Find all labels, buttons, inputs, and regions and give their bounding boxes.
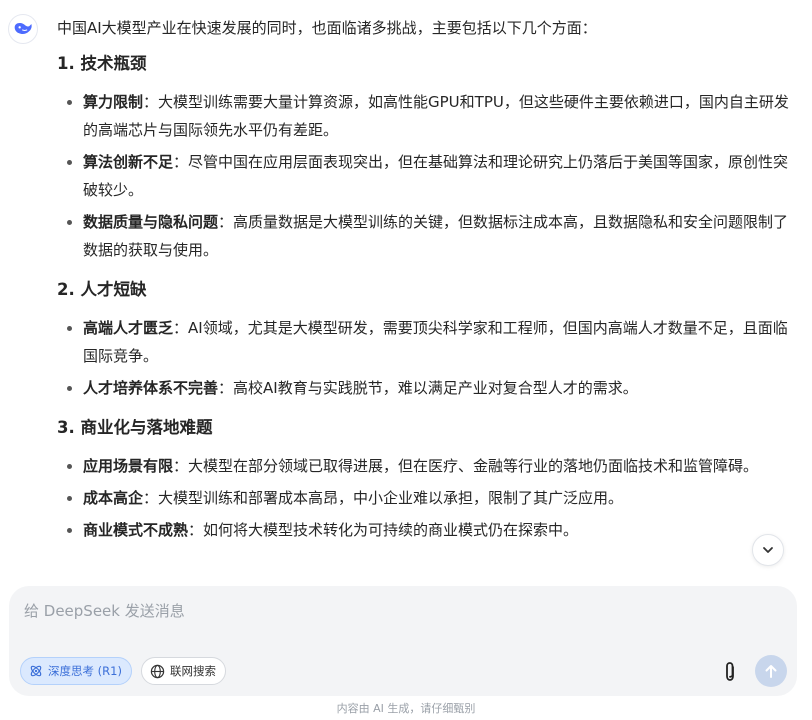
list-item: 应用场景有限：大模型在部分领域已取得进展，但在医疗、金融等行业的落地仍面临技术和…: [83, 452, 797, 480]
assistant-message: 中国AI大模型产业在快速发展的同时，也面临诸多挑战，主要包括以下几个方面： 1.…: [57, 14, 797, 554]
item-text: ：如何将大模型技术转化为可持续的商业模式仍在探索中。: [188, 521, 579, 539]
atom-icon: [30, 665, 42, 677]
arrow-up-icon: [765, 665, 777, 678]
chat-area: 中国AI大模型产业在快速发展的同时，也面临诸多挑战，主要包括以下几个方面： 1.…: [0, 0, 812, 580]
deepseek-avatar: [8, 14, 38, 44]
message-composer: 深度思考 (R1) 联网搜索: [9, 586, 797, 696]
item-text: ：大模型在部分领域已取得进展，但在医疗、金融等行业的落地仍面临技术和监管障碍。: [173, 457, 759, 475]
item-text: ：大模型训练需要大量计算资源，如高性能GPU和TPU，但这些硬件主要依赖进口，国…: [83, 93, 789, 139]
section-title: 2. 人才短缺: [57, 280, 147, 299]
ai-disclaimer: 内容由 AI 生成，请仔细甄别: [336, 702, 476, 715]
item-label: 成本高企: [83, 489, 144, 507]
scroll-to-bottom-button[interactable]: [752, 534, 784, 566]
item-text: ：AI领域，尤其是大模型研发，需要顶尖科学家和工程师，但国内高端人才数量不足，且…: [83, 319, 788, 365]
list-item: 人才培养体系不完善：高校AI教育与实践脱节，难以满足产业对复合型人才的需求。: [83, 374, 797, 402]
item-label: 应用场景有限: [83, 457, 174, 475]
item-label: 人才培养体系不完善: [83, 379, 219, 397]
item-text: ：大模型训练和部署成本高昂，中小企业难以承担，限制了其广泛应用。: [143, 489, 624, 507]
item-label: 算法创新不足: [83, 153, 174, 171]
list-item: 算法创新不足：尽管中国在应用层面表现突出，但在基础算法和理论研究上仍落后于美国等…: [83, 148, 797, 204]
section-title: 3. 商业化与落地难题: [57, 418, 213, 437]
item-text: ：尽管中国在应用层面表现突出，但在基础算法和理论研究上仍落后于美国等国家，原创性…: [83, 153, 789, 199]
chevron-down-icon: [763, 547, 773, 553]
list-item: 成本高企：大模型训练和部署成本高昂，中小企业难以承担，限制了其广泛应用。: [83, 484, 797, 512]
attach-file-button[interactable]: [718, 659, 742, 685]
web-search-label: 联网搜索: [170, 664, 216, 678]
deepseek-whale-icon: [14, 22, 32, 35]
section-list: 算力限制：大模型训练需要大量计算资源，如高性能GPU和TPU，但这些硬件主要依赖…: [57, 88, 797, 264]
item-label: 数据质量与隐私问题: [83, 213, 219, 231]
section-title: 1. 技术瓶颈: [57, 54, 147, 73]
web-search-toggle[interactable]: 联网搜索: [141, 657, 226, 685]
item-label: 商业模式不成熟: [83, 521, 189, 539]
list-item: 商业模式不成熟：如何将大模型技术转化为可持续的商业模式仍在探索中。: [83, 516, 797, 544]
deep-think-toggle[interactable]: 深度思考 (R1): [20, 657, 132, 685]
list-item: 数据质量与隐私问题：高质量数据是大模型训练的关键，但数据标注成本高，且数据隐私和…: [83, 208, 797, 264]
item-label: 算力限制: [83, 93, 144, 111]
message-input[interactable]: [22, 598, 766, 646]
message-intro: 中国AI大模型产业在快速发展的同时，也面临诸多挑战，主要包括以下几个方面：: [57, 19, 597, 37]
send-button[interactable]: [755, 655, 787, 687]
item-text: ：高校AI教育与实践脱节，难以满足产业对复合型人才的需求。: [218, 379, 638, 397]
globe-icon: [150, 664, 165, 678]
section-list: 应用场景有限：大模型在部分领域已取得进展，但在医疗、金融等行业的落地仍面临技术和…: [57, 452, 797, 544]
item-label: 高端人才匮乏: [83, 319, 174, 337]
list-item: 高端人才匮乏：AI领域，尤其是大模型研发，需要顶尖科学家和工程师，但国内高端人才…: [83, 314, 797, 370]
list-item: 算力限制：大模型训练需要大量计算资源，如高性能GPU和TPU，但这些硬件主要依赖…: [83, 88, 797, 144]
paperclip-icon: [726, 662, 734, 681]
section-list: 高端人才匮乏：AI领域，尤其是大模型研发，需要顶尖科学家和工程师，但国内高端人才…: [57, 314, 797, 402]
deep-think-label: 深度思考 (R1): [48, 664, 122, 678]
